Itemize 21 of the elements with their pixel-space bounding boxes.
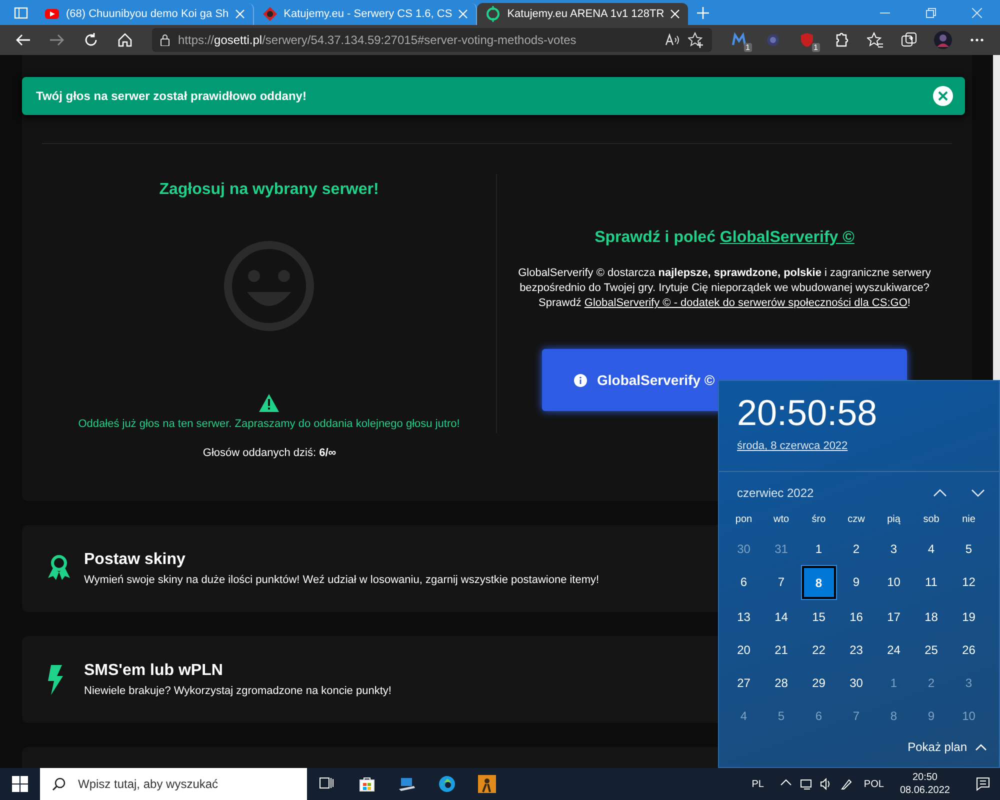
- card-description: Wymień swoje skiny na duże ilości punktów! Weź udział w losowaniu, zgarnij wszystkie postawione itemy!: [84, 573, 600, 588]
- month-label: czerwiec 2022: [737, 485, 814, 502]
- weekday-label: pią: [886, 513, 902, 527]
- badge-count: 1: [812, 43, 820, 52]
- section-heading: Zagłosuj na wybrany serwer!: [159, 180, 379, 200]
- section-heading: Sprawdź i poleć GlobalServerify ©: [594, 228, 854, 248]
- weekday-label: sob: [922, 513, 940, 527]
- weekday-label: czw: [846, 513, 866, 527]
- card-title: Postaw skiny: [84, 550, 186, 570]
- description-text: GlobalServerify © dostarcza najlepsze, sprawdzone, polskie i zagraniczne serwery bezpośrednio do Twojej gry. Irytuje Cię nieporządek we wbudowanej wyszukiwarce? Sprawdź GlobalServerify © - dodatek do serwerów społeczności dla CS:GO!: [517, 266, 932, 311]
- weekday-label: wto: [772, 513, 790, 527]
- card-description: Niewiele brakuje? Wykorzystaj zgromadzone na koncie punkty!: [84, 684, 392, 700]
- info-message: Oddałeś już głos na ten serwer. Zapraszamy do oddania kolejnego głosu jutro!: [78, 417, 460, 432]
- toast-message: Twój głos na serwer został prawidłowo oddany!: [36, 88, 306, 105]
- weekday-label: śro: [810, 513, 827, 527]
- clock-time: 20:50:58: [736, 391, 878, 433]
- badge-count: 1: [744, 43, 752, 52]
- card-title: SMS'em lub wPLN: [84, 661, 224, 682]
- weekday-label: nie: [961, 513, 976, 527]
- vote-count: Głosów oddanych dziś: 6/∞: [202, 446, 338, 460]
- weekday-label: pon: [734, 513, 754, 527]
